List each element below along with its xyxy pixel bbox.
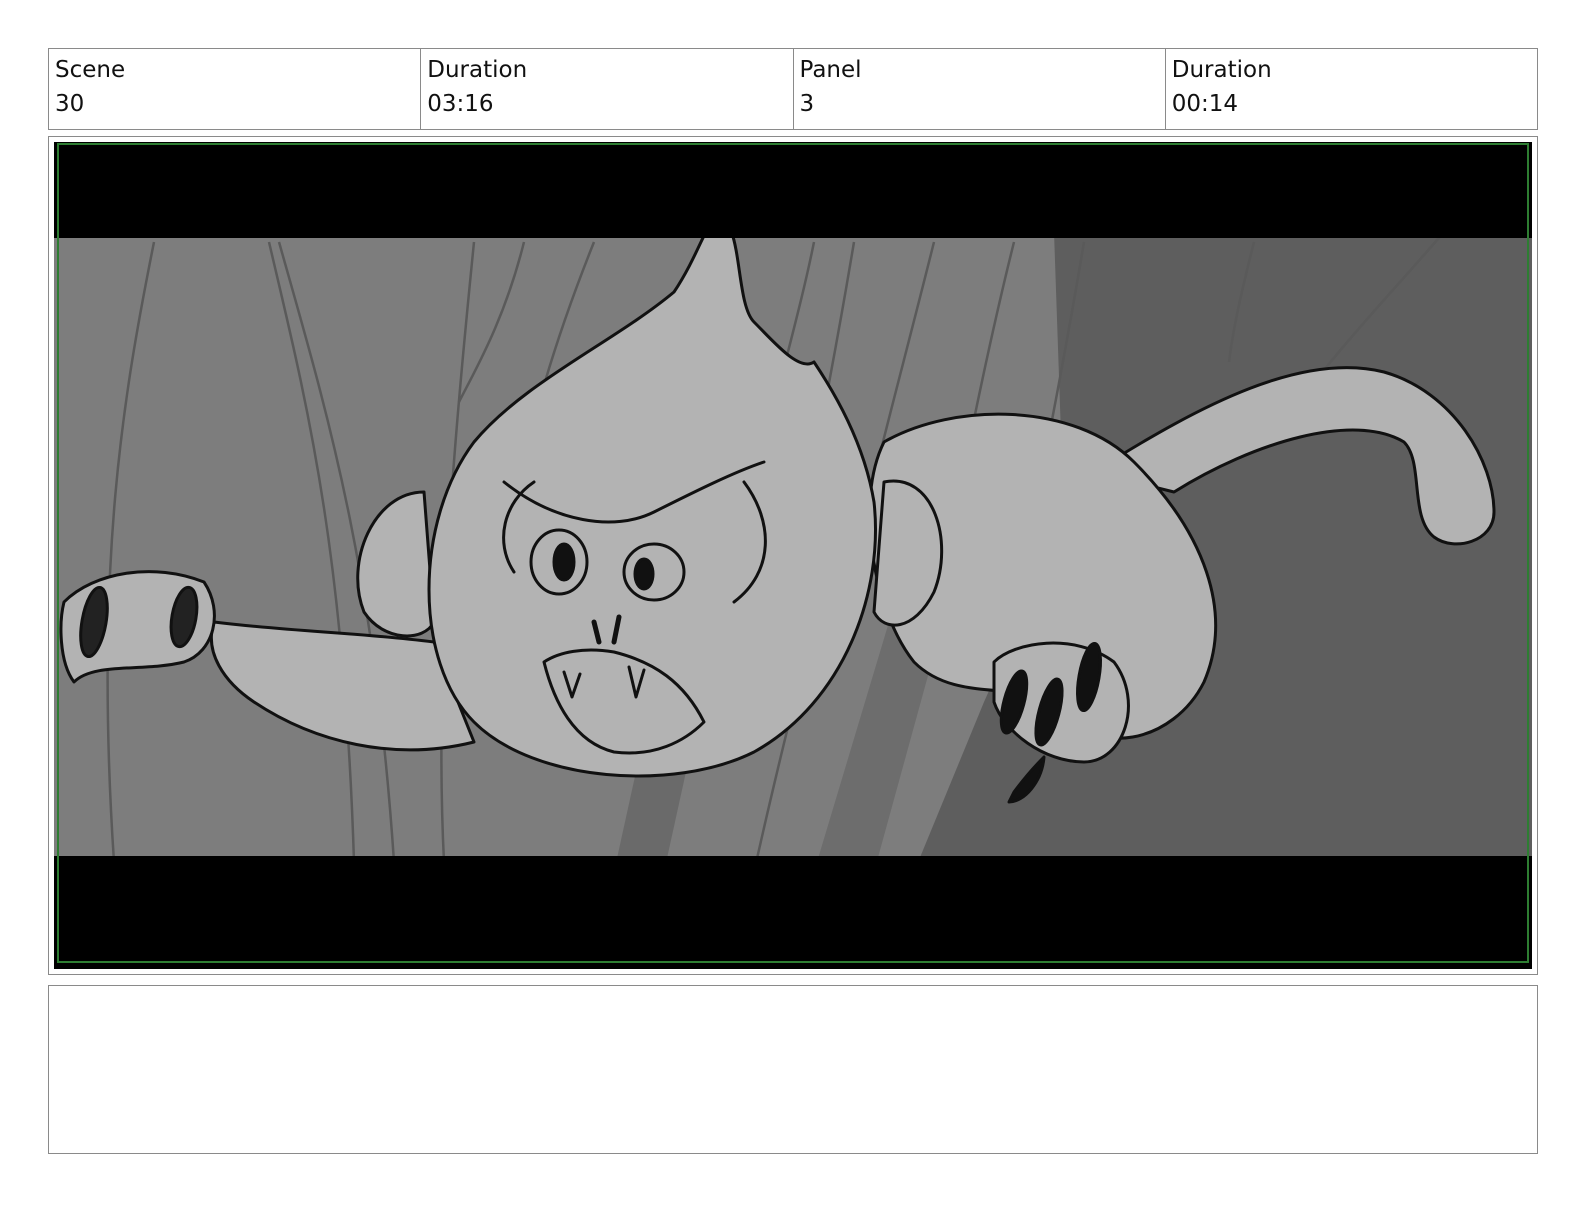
storyboard-header: Scene 30 Duration 03:16 Panel 3 Duration…: [48, 48, 1538, 130]
panel-duration-label: Duration: [1171, 57, 1272, 83]
monkey-left-pupil: [552, 542, 576, 582]
panel-cell: Panel 3: [794, 49, 1166, 129]
storyboard-sketch: [54, 142, 1532, 969]
panel-duration-value: 00:14: [1171, 91, 1239, 117]
scene-value: 30: [55, 91, 85, 117]
monkey-right-pupil: [633, 557, 655, 591]
panel-duration-cell: Duration 00:14: [1166, 49, 1537, 129]
scene-duration-label: Duration: [427, 57, 528, 83]
scene-label: Scene: [55, 57, 126, 83]
scene-duration-value: 03:16: [427, 91, 494, 117]
scene-cell: Scene 30: [49, 49, 422, 129]
scene-duration-cell: Duration 03:16: [421, 49, 794, 129]
letterbox-bottom: [54, 856, 1532, 969]
letterbox-top: [54, 142, 1532, 238]
panel-label: Panel: [799, 57, 862, 83]
storyboard-panel: [48, 136, 1538, 975]
panel-notes-box[interactable]: [48, 985, 1538, 1154]
panel-value: 3: [799, 91, 815, 117]
